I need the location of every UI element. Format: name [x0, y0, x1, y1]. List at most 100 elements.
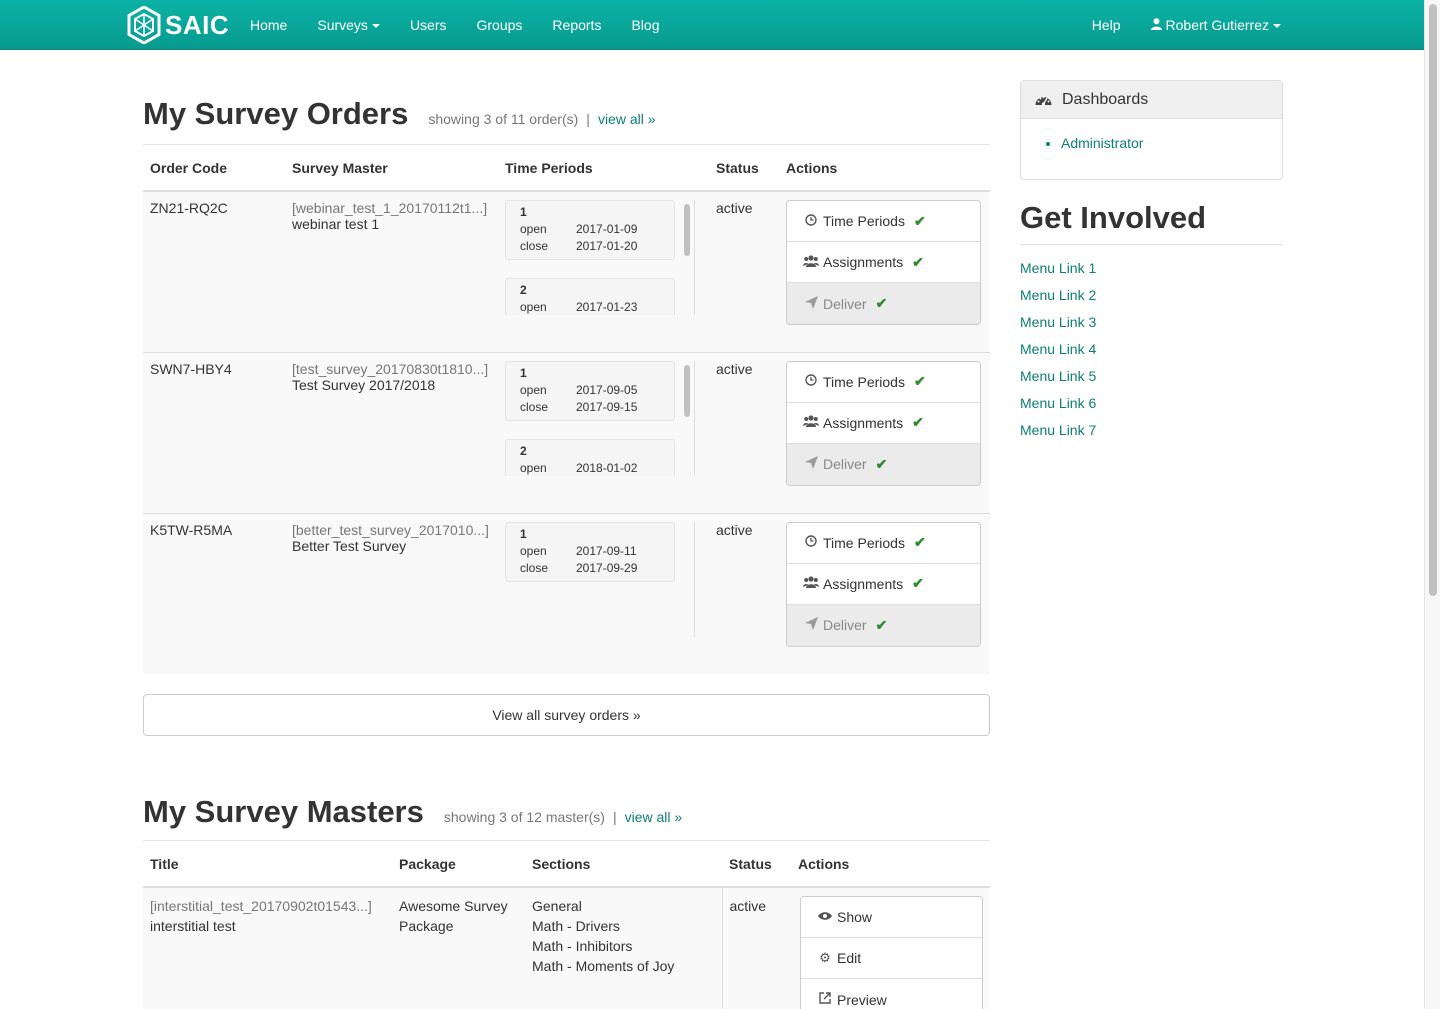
- nav-surveys-dropdown[interactable]: Surveys: [302, 0, 395, 50]
- masters-view-all-link[interactable]: view all »: [625, 809, 683, 825]
- brand-logo[interactable]: SAIC: [127, 6, 229, 44]
- deliver-button[interactable]: Deliver ✔: [787, 443, 980, 485]
- time-periods-cell: 1 open 2017-09-11 close 2017-09-29: [498, 512, 709, 674]
- eye-icon: [817, 907, 833, 927]
- orders-count: showing 3 of 11 order(s): [428, 111, 579, 127]
- brand-name: SAIC: [165, 9, 230, 40]
- nav-home[interactable]: Home: [235, 0, 302, 50]
- survey-master-id: [better_test_survey_2017010...]: [292, 521, 489, 538]
- assignments-button[interactable]: Assignments ✔: [787, 402, 980, 444]
- users-icon: [803, 254, 819, 270]
- menu-link-6[interactable]: Menu Link 6: [1020, 390, 1283, 417]
- check-icon: ✔: [912, 414, 924, 430]
- period-close-label: close: [520, 239, 549, 253]
- preview-label: Preview: [837, 991, 887, 1008]
- periods-scrollbar[interactable]: [684, 364, 690, 417]
- menu-link-4[interactable]: Menu Link 4: [1020, 336, 1283, 363]
- send-icon: [803, 295, 819, 312]
- time-periods-label: Time Periods: [823, 213, 905, 229]
- preview-button[interactable]: Preview: [801, 979, 982, 1009]
- master-package: Awesome Survey Package: [392, 887, 525, 1009]
- section-item: Math - Drivers: [532, 918, 620, 934]
- deliver-button[interactable]: Deliver ✔: [787, 604, 980, 646]
- masters-table: Title Package Sections Status Actions [i…: [143, 841, 990, 1009]
- periods-scrollbar[interactable]: [684, 204, 690, 256]
- gear-icon: ⚙: [819, 950, 831, 965]
- dashboards-list: Administrator: [1021, 119, 1282, 179]
- time-periods-label: Time Periods: [823, 373, 905, 390]
- period-open-label: open: [520, 300, 547, 314]
- view-all-survey-orders-button[interactable]: View all survey orders »: [143, 694, 990, 736]
- nav-reports[interactable]: Reports: [537, 0, 616, 50]
- check-icon: ✔: [913, 373, 926, 389]
- dashboard-link-administrator[interactable]: Administrator: [1061, 135, 1282, 151]
- masters-header: My Survey Masters showing 3 of 12 master…: [143, 794, 990, 841]
- status-cell: active: [709, 351, 779, 513]
- edit-button[interactable]: ⚙ Edit: [801, 938, 982, 979]
- actions-button-group: Time Periods ✔ Assignments ✔ Deliver ✔: [786, 360, 981, 486]
- clock-icon: [803, 213, 819, 229]
- menu-link-3[interactable]: Menu Link 3: [1020, 309, 1283, 336]
- page-scrollbar[interactable]: [1424, 0, 1440, 1009]
- menu-links-list: Menu Link 1 Menu Link 2 Menu Link 3 Menu…: [1020, 255, 1283, 444]
- column-header-actions: Actions: [779, 145, 990, 192]
- deliver-button[interactable]: Deliver ✔: [787, 283, 980, 324]
- user-menu-dropdown[interactable]: Robert Gutierrez: [1136, 0, 1296, 50]
- check-icon: ✔: [912, 575, 924, 591]
- menu-link-7[interactable]: Menu Link 7: [1020, 417, 1283, 444]
- period-open-date: 2018-01-02: [576, 460, 638, 475]
- clock-icon: [803, 535, 819, 550]
- nav-users-label: Users: [409, 17, 447, 33]
- actions-cell: Time Periods ✔ Assignments ✔ Deliver ✔: [779, 512, 990, 674]
- time-periods-button[interactable]: Time Periods ✔: [787, 522, 980, 564]
- dashboard-icon: [1035, 93, 1052, 106]
- nav-users[interactable]: Users: [395, 0, 462, 50]
- survey-master-name: Better Test Survey: [292, 537, 407, 554]
- actions-cell: Time Periods ✔ Assignments ✔ Deliver ✔: [779, 190, 990, 352]
- dashboards-heading: Dashboards: [1021, 81, 1282, 119]
- nav-groups[interactable]: Groups: [462, 0, 538, 50]
- menu-link-2[interactable]: Menu Link 2: [1020, 282, 1283, 309]
- column-header-survey-master: Survey Master: [285, 145, 498, 192]
- time-periods-scroll-area[interactable]: 1 open 2017-09-05 close 2017-09-15 2 open 2…: [505, 360, 695, 476]
- page-scrollbar-thumb[interactable]: [1429, 4, 1437, 596]
- section-item: General: [532, 898, 582, 914]
- column-header-package: Package: [392, 841, 525, 888]
- menu-link-5[interactable]: Menu Link 5: [1020, 363, 1283, 390]
- time-periods-button[interactable]: Time Periods ✔: [787, 201, 980, 242]
- actions-button-group: Time Periods ✔ Assignments ✔ Deliver ✔: [786, 521, 981, 647]
- sidebar: Dashboards Administrator Get Involved Me…: [1020, 80, 1283, 444]
- deliver-label: Deliver: [823, 295, 867, 312]
- orders-view-all-link[interactable]: view all »: [598, 111, 656, 127]
- caret-down-icon: [371, 24, 380, 29]
- period-open-label: open: [520, 543, 547, 558]
- master-title-name: interstitial test: [150, 918, 236, 934]
- check-icon: ✔: [875, 616, 888, 633]
- time-periods-button[interactable]: Time Periods ✔: [787, 361, 980, 403]
- external-link-icon: [817, 990, 833, 1009]
- deliver-label: Deliver: [823, 617, 867, 633]
- time-period-card: 2 open2017-01-23 close2017-01-27: [505, 278, 675, 315]
- time-periods-scroll-area[interactable]: 1 open 2017-01-09 close 2017-01-20 2 open 2…: [505, 200, 695, 315]
- period-open-date: 2017-09-11: [576, 543, 637, 558]
- assignments-button[interactable]: Assignments ✔: [787, 563, 980, 605]
- period-number: 1: [520, 365, 527, 380]
- user-icon: [1150, 0, 1162, 50]
- nav-blog[interactable]: Blog: [616, 0, 674, 50]
- deliver-label: Deliver: [823, 456, 867, 472]
- column-header-actions: Actions: [791, 841, 990, 888]
- dashboards-title: Dashboards: [1062, 90, 1149, 108]
- user-name: Robert Gutierrez: [1165, 17, 1269, 33]
- master-status: active: [721, 887, 791, 1009]
- assignments-button[interactable]: Assignments ✔: [787, 242, 980, 283]
- orders-separator: |: [586, 111, 590, 127]
- menu-link-1[interactable]: Menu Link 1: [1020, 255, 1283, 282]
- show-button[interactable]: Show: [801, 897, 982, 938]
- time-periods-scroll-area[interactable]: 1 open 2017-09-11 close 2017-09-29: [505, 521, 695, 637]
- main-nav: Home Surveys Users Groups Reports Blog: [235, 0, 674, 50]
- master-title-cell: [interstitial_test_20170902t01543...] in…: [143, 887, 392, 1009]
- nav-help[interactable]: Help: [1077, 0, 1136, 50]
- column-header-status: Status: [722, 841, 791, 888]
- period-close-date: 2017-01-20: [576, 239, 638, 253]
- time-periods-cell: 1 open 2017-09-05 close 2017-09-15 2 open 2…: [498, 351, 709, 513]
